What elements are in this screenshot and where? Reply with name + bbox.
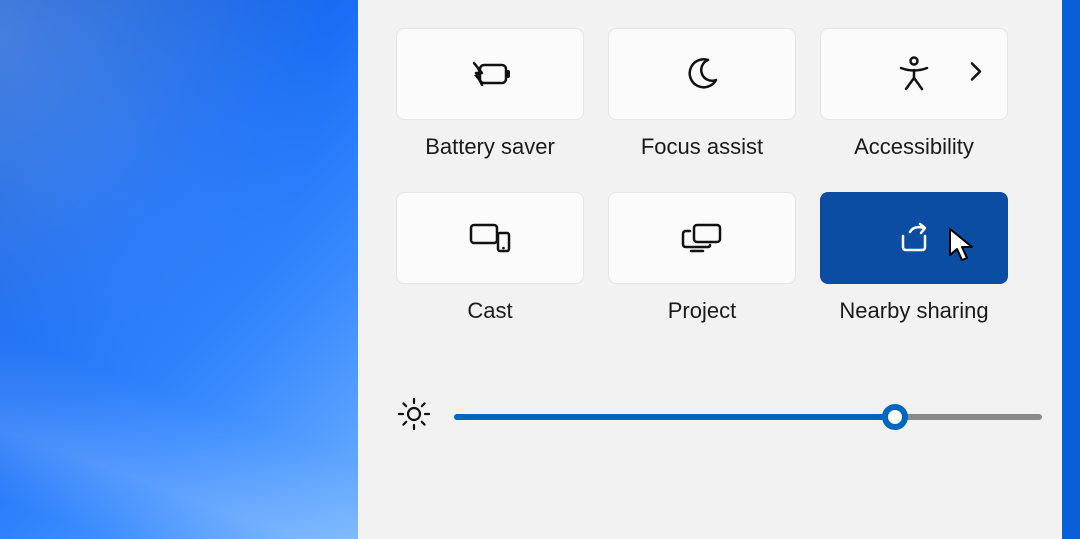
tile-wrap-accessibility: Accessibility: [820, 28, 1008, 160]
focus-assist-label: Focus assist: [641, 134, 763, 160]
brightness-slider[interactable]: [454, 414, 1042, 420]
accessibility-label: Accessibility: [854, 134, 974, 160]
brightness-slider-row: [396, 396, 1042, 437]
cast-tile[interactable]: [396, 192, 584, 284]
brightness-fill: [454, 414, 895, 420]
moon-icon: [684, 56, 720, 92]
focus-assist-tile[interactable]: [608, 28, 796, 120]
quick-settings-grid-row-1: Battery saver Focus assist: [396, 28, 1042, 160]
quick-settings-grid-row-2: Cast Project: [396, 192, 1042, 324]
brightness-thumb[interactable]: [882, 404, 908, 430]
brightness-icon: [396, 396, 432, 437]
quick-settings-panel: Battery saver Focus assist: [358, 0, 1080, 539]
tile-wrap-focus-assist: Focus assist: [608, 28, 796, 160]
nearby-sharing-label: Nearby sharing: [839, 298, 988, 324]
cast-label: Cast: [467, 298, 512, 324]
nearby-sharing-tile[interactable]: [820, 192, 1008, 284]
tile-wrap-project: Project: [608, 192, 796, 324]
project-icon: [680, 222, 724, 254]
share-icon: [897, 222, 931, 254]
accessibility-tile[interactable]: [820, 28, 1008, 120]
chevron-right-icon[interactable]: [969, 61, 983, 88]
desktop-blue-edge: [1062, 0, 1080, 539]
desktop-wallpaper: [0, 0, 358, 539]
project-tile[interactable]: [608, 192, 796, 284]
tile-wrap-cast: Cast: [396, 192, 584, 324]
battery-saver-label: Battery saver: [425, 134, 555, 160]
battery-saver-icon: [468, 59, 512, 89]
tile-wrap-nearby-sharing: Nearby sharing: [820, 192, 1008, 324]
project-label: Project: [668, 298, 736, 324]
battery-saver-tile[interactable]: [396, 28, 584, 120]
accessibility-icon: [897, 56, 931, 92]
cast-icon: [468, 222, 512, 254]
tile-wrap-battery-saver: Battery saver: [396, 28, 584, 160]
